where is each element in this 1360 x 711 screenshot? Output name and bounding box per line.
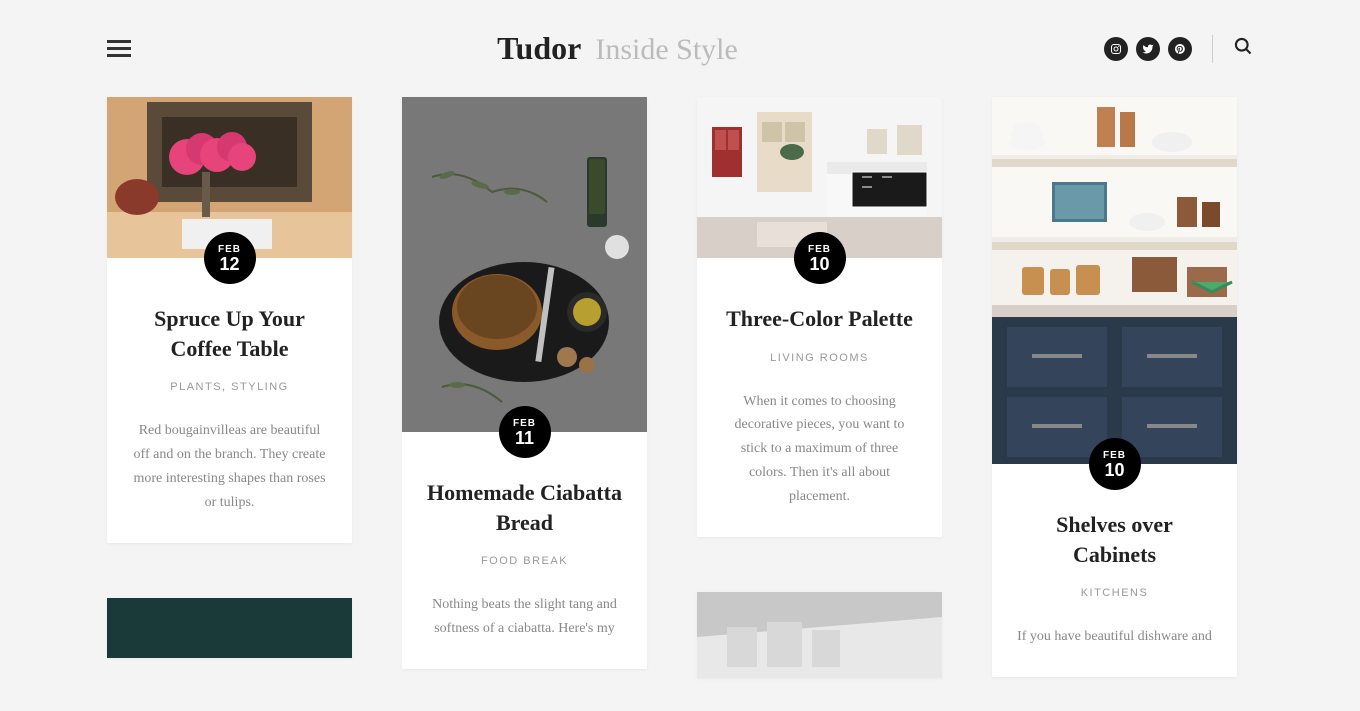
card-categories: FOOD BREAK (426, 555, 623, 567)
card-title[interactable]: Shelves over Cabinets (1016, 510, 1213, 569)
grid-column: FEB 11 Homemade Ciabatta Bread FOOD BREA… (402, 97, 647, 669)
category-link[interactable]: LIVING ROOMS (770, 352, 869, 364)
date-day: 10 (809, 255, 829, 273)
card-image[interactable]: FEB 10 (992, 97, 1237, 464)
article-card: FEB 10 Shelves over Cabinets KITCHENS If… (992, 97, 1237, 677)
card-excerpt: When it comes to choosing decorative pie… (721, 390, 918, 509)
logo-tagline: Inside Style (595, 33, 738, 67)
header-right (1104, 35, 1253, 63)
card-image[interactable] (697, 592, 942, 678)
article-card: FEB 11 Homemade Ciabatta Bread FOOD BREA… (402, 97, 647, 669)
card-excerpt: Nothing beats the slight tang and softne… (426, 593, 623, 641)
menu-button[interactable] (107, 36, 131, 61)
date-badge: FEB 10 (794, 232, 846, 284)
card-body: Spruce Up Your Coffee Table PLANTS, STYL… (107, 258, 352, 543)
grid-column: FEB 12 Spruce Up Your Coffee Table PLANT… (107, 97, 352, 658)
card-title[interactable]: Spruce Up Your Coffee Table (131, 304, 328, 363)
article-card: FEB 10 Three-Color Palette LIVING ROOMS … (697, 97, 942, 537)
date-day: 10 (1104, 461, 1124, 479)
date-badge: FEB 11 (499, 406, 551, 458)
category-link[interactable]: STYLING (231, 381, 289, 393)
date-month: FEB (808, 244, 831, 255)
date-month: FEB (1103, 450, 1126, 461)
header-divider (1212, 35, 1213, 63)
twitter-icon[interactable] (1136, 37, 1160, 61)
article-card (697, 592, 942, 678)
header: Tudor Inside Style (0, 0, 1360, 97)
instagram-icon[interactable] (1104, 37, 1128, 61)
category-link[interactable]: KITCHENS (1081, 587, 1149, 599)
card-title[interactable]: Homemade Ciabatta Bread (426, 478, 623, 537)
logo-main: Tudor (497, 30, 581, 67)
category-link[interactable]: PLANTS (170, 381, 222, 393)
date-month: FEB (513, 418, 536, 429)
card-body: Homemade Ciabatta Bread FOOD BREAK Nothi… (402, 432, 647, 669)
card-categories: PLANTS, STYLING (131, 381, 328, 393)
card-image[interactable]: FEB 11 (402, 97, 647, 432)
card-categories: LIVING ROOMS (721, 352, 918, 364)
grid-column: FEB 10 Three-Color Palette LIVING ROOMS … (697, 97, 942, 678)
card-categories: KITCHENS (1016, 587, 1213, 599)
card-image[interactable] (107, 598, 352, 658)
card-image[interactable]: FEB 12 (107, 97, 352, 258)
pinterest-icon[interactable] (1168, 37, 1192, 61)
date-badge: FEB 10 (1089, 438, 1141, 490)
date-day: 12 (219, 255, 239, 273)
search-button[interactable] (1233, 36, 1253, 61)
card-body: Three-Color Palette LIVING ROOMS When it… (697, 258, 942, 537)
card-body: Shelves over Cabinets KITCHENS If you ha… (992, 464, 1237, 677)
card-title[interactable]: Three-Color Palette (721, 304, 918, 334)
date-badge: FEB 12 (204, 232, 256, 284)
posts-grid: FEB 12 Spruce Up Your Coffee Table PLANT… (0, 97, 1360, 678)
grid-column: FEB 10 Shelves over Cabinets KITCHENS If… (992, 97, 1237, 677)
article-card (107, 598, 352, 658)
site-logo[interactable]: Tudor Inside Style (497, 30, 738, 67)
card-excerpt: Red bougainvilleas are beautiful off and… (131, 419, 328, 514)
card-image[interactable]: FEB 10 (697, 97, 942, 258)
article-card: FEB 12 Spruce Up Your Coffee Table PLANT… (107, 97, 352, 543)
category-link[interactable]: FOOD BREAK (481, 555, 568, 567)
date-month: FEB (218, 244, 241, 255)
card-excerpt: If you have beautiful dishware and (1016, 625, 1213, 649)
date-day: 11 (515, 429, 534, 447)
